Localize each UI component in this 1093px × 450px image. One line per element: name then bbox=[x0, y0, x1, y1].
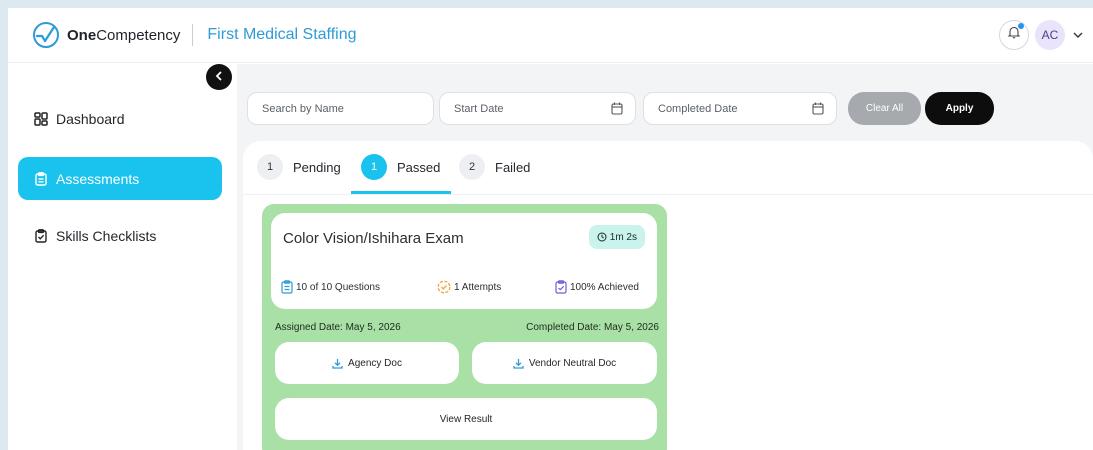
logo-icon bbox=[32, 21, 60, 49]
attempts-icon bbox=[437, 280, 451, 294]
apply-button[interactable]: Apply bbox=[925, 92, 994, 125]
sidebar-item-label: Dashboard bbox=[56, 110, 125, 127]
brand-logo[interactable]: OneCompetency bbox=[32, 21, 180, 49]
notification-dot bbox=[1018, 23, 1024, 29]
header-divider bbox=[192, 24, 194, 46]
chevron-left-icon bbox=[214, 68, 224, 86]
sidebar-item-label: Assessments bbox=[56, 170, 140, 187]
results-panel: 1 Pending 1 Passed 2 Failed Color Vision… bbox=[243, 141, 1093, 450]
tab-passed[interactable]: 1 Passed bbox=[361, 153, 440, 181]
completed-date-wrapper bbox=[643, 92, 837, 125]
agency-doc-label: Agency Doc bbox=[348, 357, 402, 369]
clipboard-check-icon bbox=[34, 228, 48, 243]
active-tab-indicator bbox=[351, 191, 451, 194]
app-window: OneCompetency First Medical Staffing AC bbox=[8, 8, 1093, 450]
sidebar: Dashboard Assessments Skills Checklists bbox=[8, 64, 234, 450]
tab-label: Passed bbox=[397, 159, 441, 175]
tab-failed[interactable]: 2 Failed bbox=[459, 153, 530, 181]
tab-count: 2 bbox=[459, 154, 485, 180]
completed-date-field[interactable] bbox=[658, 102, 836, 115]
calendar-icon[interactable] bbox=[812, 102, 824, 115]
top-header: OneCompetency First Medical Staffing AC bbox=[8, 8, 1093, 63]
download-icon bbox=[332, 358, 343, 369]
achieved-stat: 100% Achieved bbox=[555, 280, 639, 294]
agency-doc-button[interactable]: Agency Doc bbox=[275, 342, 459, 384]
main-content: Clear All Apply 1 Pending 1 Passed 2 Fai… bbox=[237, 64, 1093, 450]
view-result-button[interactable]: View Result bbox=[275, 398, 657, 440]
vendor-neutral-doc-button[interactable]: Vendor Neutral Doc bbox=[472, 342, 657, 384]
status-tabs: 1 Pending 1 Passed 2 Failed bbox=[243, 141, 1093, 195]
assigned-date: Assigned Date: May 5, 2026 bbox=[275, 322, 401, 333]
start-date-wrapper bbox=[439, 92, 636, 125]
questions-stat: 10 of 10 Questions bbox=[281, 280, 380, 294]
sidebar-item-skills-checklists[interactable]: Skills Checklists bbox=[18, 214, 222, 257]
assessment-card: Color Vision/Ishihara Exam 1m 2s 10 of 1… bbox=[262, 204, 667, 450]
achievement-check-icon bbox=[555, 280, 567, 294]
clock-icon bbox=[597, 232, 607, 242]
search-input[interactable] bbox=[262, 102, 433, 115]
logo-text: OneCompetency bbox=[67, 26, 181, 44]
grid-icon bbox=[34, 111, 48, 126]
start-date-field[interactable] bbox=[454, 102, 635, 115]
tab-pending[interactable]: 1 Pending bbox=[257, 153, 341, 181]
notifications-button[interactable] bbox=[999, 20, 1029, 50]
question-list-icon bbox=[281, 280, 293, 294]
header-actions: AC bbox=[999, 20, 1085, 50]
filter-bar: Clear All Apply bbox=[237, 64, 1093, 139]
collapse-sidebar-button[interactable] bbox=[206, 64, 232, 90]
user-avatar[interactable]: AC bbox=[1035, 20, 1065, 50]
organization-name: First Medical Staffing bbox=[207, 26, 357, 43]
chevron-down-icon[interactable] bbox=[1071, 29, 1085, 41]
vendor-doc-label: Vendor Neutral Doc bbox=[528, 357, 617, 369]
bell-icon bbox=[1007, 26, 1021, 44]
attempts-text: 1 Attempts bbox=[454, 281, 502, 293]
assessment-title: Color Vision/Ishihara Exam bbox=[283, 230, 464, 247]
tab-label: Failed bbox=[495, 159, 531, 175]
clipboard-icon bbox=[34, 171, 48, 186]
calendar-icon[interactable] bbox=[611, 102, 623, 115]
completed-date: Completed Date: May 5, 2026 bbox=[526, 322, 659, 333]
assessment-summary: Color Vision/Ishihara Exam 1m 2s 10 of 1… bbox=[271, 213, 657, 309]
duration-text: 1m 2s bbox=[609, 231, 637, 243]
tab-count: 1 bbox=[361, 154, 387, 180]
achieved-text: 100% Achieved bbox=[570, 281, 639, 293]
questions-text: 10 of 10 Questions bbox=[296, 281, 380, 293]
sidebar-item-dashboard[interactable]: Dashboard bbox=[18, 97, 222, 140]
sidebar-item-label: Skills Checklists bbox=[56, 227, 157, 244]
sidebar-item-assessments[interactable]: Assessments bbox=[18, 157, 222, 200]
duration-badge: 1m 2s bbox=[588, 225, 645, 249]
download-icon bbox=[513, 358, 524, 369]
attempts-stat: 1 Attempts bbox=[437, 280, 501, 294]
tab-count: 1 bbox=[257, 154, 283, 180]
clear-all-button[interactable]: Clear All bbox=[848, 92, 921, 125]
tab-label: Pending bbox=[293, 159, 341, 175]
search-input-wrapper bbox=[247, 92, 434, 125]
